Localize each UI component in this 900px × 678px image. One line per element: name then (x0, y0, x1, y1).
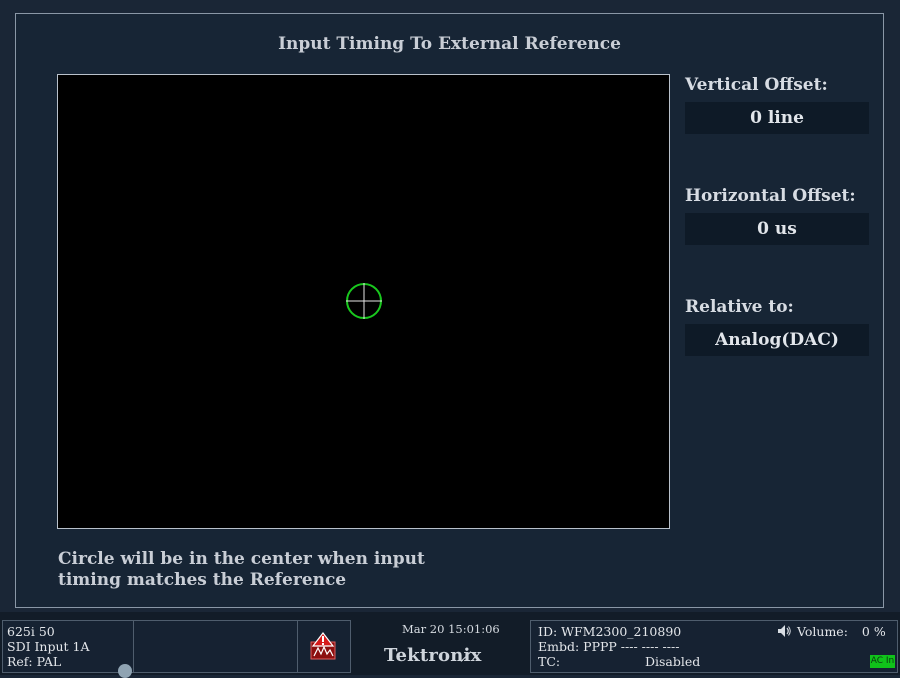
relative-to-value: Analog(DAC) (685, 324, 869, 356)
volume-readout: Volume: 0 % (797, 624, 886, 639)
crosshair-circle-icon (346, 283, 382, 319)
signal-format: 625i 50 (7, 624, 55, 639)
alarm-warning-icon (310, 632, 336, 660)
ac-power-badge: AC In (870, 655, 895, 668)
page-title: Input Timing To External Reference (278, 34, 621, 54)
caption-line-2: timing matches the Reference (58, 570, 347, 590)
timecode-value: Disabled (645, 654, 701, 669)
timecode-label: TC: (538, 654, 561, 669)
signal-status-box[interactable]: 625i 50 SDI Input 1A Ref: PAL (2, 620, 134, 678)
volume-label: Volume: (797, 624, 848, 639)
horizontal-offset-label: Horizontal Offset: (685, 186, 856, 206)
relative-to-label: Relative to: (685, 297, 794, 317)
vertical-offset-value: 0 line (685, 102, 869, 134)
horizontal-offset-value: 0 us (685, 213, 869, 245)
timecode-row: TC: Disabled (538, 654, 897, 669)
instrument-info-box[interactable]: ID: WFM2300_210890 Embd: PPPP ---- ---- … (530, 620, 898, 673)
caption-line-1: Circle will be in the center when input (58, 549, 425, 569)
date-time: Mar 20 15:01:06 (402, 622, 500, 636)
status-blank-box (133, 620, 298, 673)
instruction-caption: Circle will be in the center when input … (58, 549, 478, 591)
volume-value: 0 % (861, 624, 886, 639)
timing-plot-area (57, 74, 670, 529)
vertical-offset-label: Vertical Offset: (685, 75, 828, 95)
speaker-icon[interactable] (776, 623, 792, 639)
reference-status: Ref: PAL (7, 654, 62, 669)
timing-display-panel: Input Timing To External Reference Verti… (15, 13, 884, 608)
alarm-status-box[interactable] (297, 620, 351, 673)
status-dot-icon (118, 664, 132, 678)
embedded-audio-status: Embd: PPPP ---- ---- ---- (538, 639, 680, 654)
signal-input: SDI Input 1A (7, 639, 90, 654)
